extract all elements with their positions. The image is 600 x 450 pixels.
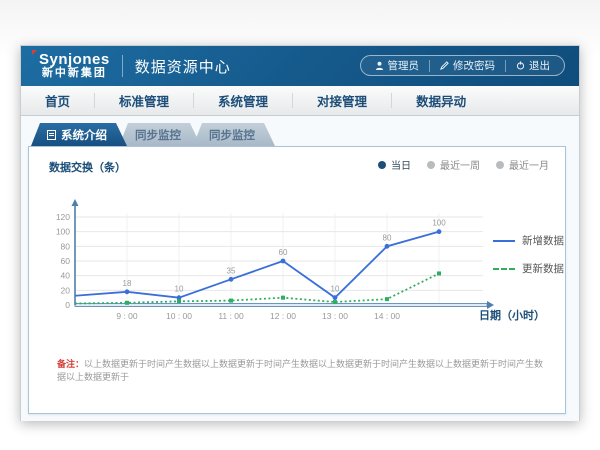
legend-label: 新增数据 xyxy=(522,233,564,248)
user-menu-item-change-password[interactable]: 修改密码 xyxy=(430,58,505,73)
header-divider xyxy=(122,55,123,77)
svg-text:18: 18 xyxy=(123,279,132,288)
legend-swatch-line-icon xyxy=(493,240,515,242)
svg-text:9 : 00: 9 : 00 xyxy=(116,311,138,321)
tab-label: 同步监控 xyxy=(209,127,255,143)
svg-text:80: 80 xyxy=(383,233,392,242)
radio-today[interactable]: 当日 xyxy=(378,157,411,172)
content-area: 系统介绍 同步监控 同步监控 当日 最近一周 xyxy=(21,116,579,421)
nav-item-standard-mgmt[interactable]: 标准管理 xyxy=(95,86,193,115)
svg-text:14 : 00: 14 : 00 xyxy=(374,311,400,321)
legend-item-added-data[interactable]: 新增数据 xyxy=(493,233,564,248)
svg-text:40: 40 xyxy=(61,271,71,281)
svg-text:80: 80 xyxy=(61,241,71,251)
svg-text:35: 35 xyxy=(227,266,236,275)
edit-icon xyxy=(440,61,449,70)
legend-label: 更新数据 xyxy=(522,261,564,276)
radio-dot-icon xyxy=(378,161,386,169)
chart-panel: 当日 最近一周 最近一月 数据交换（条） 0 20 40 60 80 100 120 9 : … xyxy=(28,146,566,414)
svg-text:12 : 00: 12 : 00 xyxy=(270,311,296,321)
svg-text:10: 10 xyxy=(175,285,184,294)
time-range-radios: 当日 最近一周 最近一月 xyxy=(378,157,549,172)
tab-sync-monitor-1[interactable]: 同步监控 xyxy=(119,123,201,146)
user-menu-label: 退出 xyxy=(529,58,550,73)
svg-text:100: 100 xyxy=(432,219,446,228)
app-window: Synjones 新中新集团 数据资源中心 管理员 修改密码 退出 首页 标准 xyxy=(20,45,580,421)
app-title: 数据资源中心 xyxy=(135,56,231,77)
app-header: Synjones 新中新集团 数据资源中心 管理员 修改密码 退出 xyxy=(21,46,579,86)
logo-red-flag-icon xyxy=(32,50,37,55)
chart-legend: 新增数据 更新数据 xyxy=(493,233,564,276)
line-chart: 0 20 40 60 80 100 120 9 : 00 10 : 00 11 : 00 12 : … xyxy=(41,187,501,335)
radio-last-week[interactable]: 最近一周 xyxy=(427,157,480,172)
logo-subtext: 新中新集团 xyxy=(39,68,110,80)
tab-label: 同步监控 xyxy=(135,127,181,143)
x-axis-title: 日期（小时） xyxy=(479,307,545,323)
user-menu-item-admin[interactable]: 管理员 xyxy=(365,58,430,73)
brand-logo: Synjones 新中新集团 xyxy=(39,52,110,79)
footnote-prefix: 备注： xyxy=(57,359,84,369)
nav-item-docking-mgmt[interactable]: 对接管理 xyxy=(293,86,391,115)
power-icon xyxy=(516,61,525,70)
radio-dot-icon xyxy=(496,161,504,169)
radio-label: 最近一周 xyxy=(440,157,480,172)
svg-text:60: 60 xyxy=(61,256,71,266)
radio-label: 当日 xyxy=(391,157,411,172)
radio-last-month[interactable]: 最近一月 xyxy=(496,157,549,172)
y-axis-title: 数据交换（条） xyxy=(49,159,126,175)
svg-text:20: 20 xyxy=(61,285,71,295)
user-icon xyxy=(375,61,384,70)
user-menu-label: 管理员 xyxy=(388,58,420,73)
legend-item-updated-data[interactable]: 更新数据 xyxy=(493,261,564,276)
tab-system-intro[interactable]: 系统介绍 xyxy=(31,123,127,146)
footnote-text: 以上数据更新于时间产生数据以上数据更新于时间产生数据以上数据更新于时间产生数据以… xyxy=(57,359,543,382)
radio-label: 最近一月 xyxy=(509,157,549,172)
nav-item-home[interactable]: 首页 xyxy=(21,86,94,115)
tab-bar: 系统介绍 同步监控 同步监控 xyxy=(31,123,267,146)
nav-item-data-change[interactable]: 数据异动 xyxy=(392,86,490,115)
document-icon xyxy=(47,130,56,140)
svg-text:60: 60 xyxy=(279,248,288,257)
user-menu-label: 修改密码 xyxy=(453,58,495,73)
radio-dot-icon xyxy=(427,161,435,169)
svg-text:13 : 00: 13 : 00 xyxy=(322,311,348,321)
tab-label: 系统介绍 xyxy=(61,127,107,143)
svg-text:11 : 00: 11 : 00 xyxy=(218,311,244,321)
svg-text:10 : 00: 10 : 00 xyxy=(166,311,192,321)
footnote: 备注：以上数据更新于时间产生数据以上数据更新于时间产生数据以上数据更新于时间产生… xyxy=(57,357,547,383)
svg-text:120: 120 xyxy=(56,212,70,222)
user-menu-item-logout[interactable]: 退出 xyxy=(506,58,560,73)
tab-sync-monitor-2[interactable]: 同步监控 xyxy=(193,123,275,146)
nav-item-system-mgmt[interactable]: 系统管理 xyxy=(194,86,292,115)
svg-text:100: 100 xyxy=(56,227,70,237)
legend-swatch-dotted-line-icon xyxy=(493,268,515,270)
main-nav: 首页 标准管理 系统管理 对接管理 数据异动 xyxy=(21,86,579,116)
user-menu: 管理员 修改密码 退出 xyxy=(360,55,566,76)
svg-text:0: 0 xyxy=(65,300,70,310)
logo-text: Synjones xyxy=(39,52,110,68)
svg-text:10: 10 xyxy=(331,285,340,294)
